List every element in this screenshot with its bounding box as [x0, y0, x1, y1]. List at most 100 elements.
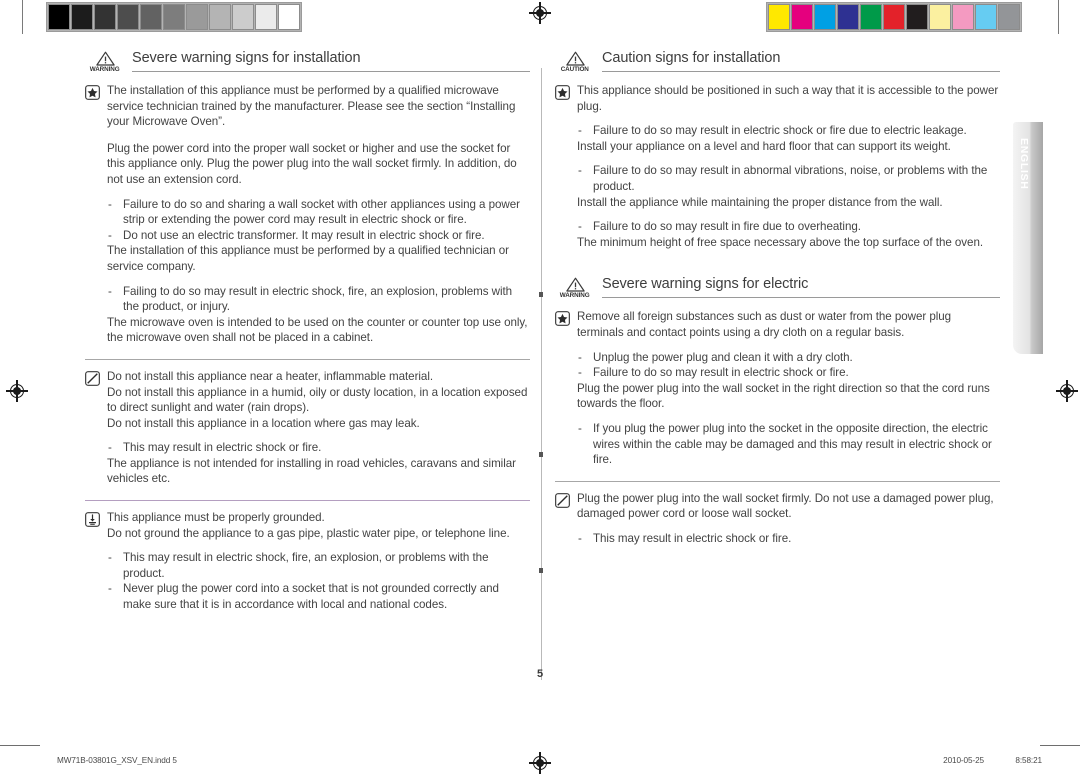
list-item: - Failure to do so may result in fire due…	[577, 219, 1000, 235]
left-column: WARNING Severe warning signs for install…	[85, 50, 530, 613]
paragraph: Remove all foreign substances such as du…	[577, 310, 952, 339]
section-rule	[85, 358, 530, 360]
dash-marker: -	[108, 228, 112, 242]
list-item-text: Do not use an electric transformer. It m…	[123, 228, 485, 242]
block-icon-wrap	[85, 510, 107, 527]
section-heading-caution-installation: CAUTION Caution signs for installation	[555, 50, 1000, 74]
prohibition-slash-icon	[555, 492, 570, 508]
paragraph: Install the appliance while maintaining …	[577, 195, 943, 209]
dash-bullet-list: - Failure to do so may result in abnormal…	[577, 163, 1000, 194]
dash-bullet-list: - This may result in electric shock or fi…	[107, 440, 530, 456]
list-item: - Failure to do so may result in electric…	[577, 123, 1000, 139]
paragraph: Plug the power plug into the wall socket…	[577, 381, 990, 411]
gray-swatch	[163, 4, 185, 30]
content-block-caution: This appliance should be positioned in s…	[555, 83, 1000, 250]
paragraph: The installation of this appliance must …	[107, 84, 516, 129]
dash-marker: -	[108, 441, 112, 455]
list-item: - Failure to do so and sharing a wall soc…	[107, 197, 530, 228]
gray-swatch	[94, 4, 116, 30]
list-item-text: This may result in electric shock, fire,…	[123, 551, 489, 580]
registration-target-icon	[529, 2, 551, 24]
section-rule	[85, 500, 530, 502]
list-item-text: This may result in electric shock or fir…	[593, 531, 792, 545]
caution-mark: CAUTION	[555, 51, 595, 74]
list-item-text: If you plug the power plug into the sock…	[593, 421, 992, 467]
star-badge-icon	[555, 311, 570, 327]
paragraph: Do not install this appliance in a locat…	[107, 416, 420, 430]
ground-earth-icon	[85, 512, 100, 527]
warning-mark: WARNING	[555, 277, 595, 300]
dash-marker: -	[578, 366, 582, 380]
section-rule	[555, 480, 1000, 482]
block-icon-wrap	[85, 83, 107, 100]
caution-mark-label: CAUTION	[560, 66, 590, 73]
list-item-text: Never plug the power cord into a socket …	[123, 582, 499, 612]
dash-bullet-list: - Failing to do so may result in electric…	[107, 284, 530, 315]
gray-swatch	[255, 4, 277, 30]
dash-bullet-list: - Failure to do so may result in electric…	[577, 123, 1000, 139]
list-item-text: Unplug the power plug and clean it with …	[593, 350, 853, 364]
paragraph: Plug the power plug into the wall socket…	[577, 491, 994, 521]
dash-marker: -	[108, 551, 112, 565]
color-swatch	[860, 4, 882, 30]
column-divider-tick	[539, 568, 543, 573]
dash-marker: -	[578, 350, 582, 364]
star-badge-icon	[85, 85, 100, 100]
grayscale-swatch-bar	[46, 2, 302, 32]
gray-swatch	[71, 4, 93, 30]
paragraph: The microwave oven is intended to be use…	[107, 315, 528, 345]
list-item: - Failure to do so may result in abnormal…	[577, 163, 1000, 194]
footer-time: 8:58:21	[1015, 756, 1042, 765]
column-divider-tick	[539, 452, 543, 457]
trim-mark	[1058, 0, 1059, 34]
gray-swatch	[140, 4, 162, 30]
language-side-tab: ENGLISH	[1013, 122, 1043, 354]
block-body: Do not install this appliance near a hea…	[107, 369, 530, 487]
column-divider	[541, 68, 542, 680]
color-swatch	[883, 4, 905, 30]
block-body: This appliance must be properly grounded…	[107, 510, 530, 613]
list-item-text: This may result in electric shock or fir…	[123, 441, 322, 455]
paragraph: The appliance is not intended for instal…	[107, 456, 516, 486]
gray-swatch	[186, 4, 208, 30]
warning-mark-label: WARNING	[90, 66, 120, 73]
color-swatch	[929, 4, 951, 30]
list-item-text: Failure to do so may result in electric …	[593, 366, 849, 380]
trim-mark	[22, 0, 23, 34]
language-tab-label: ENGLISH	[1018, 138, 1030, 190]
gray-swatch	[232, 4, 254, 30]
dash-bullet-list: - This may result in electric shock or fi…	[577, 531, 1000, 547]
list-item: - This may result in electric shock or fi…	[577, 531, 1000, 547]
paragraph: Do not install this appliance near a hea…	[107, 369, 434, 383]
dash-marker: -	[108, 284, 112, 298]
dash-bullet-list: - Failure to do so and sharing a wall soc…	[107, 197, 530, 244]
star-badge-icon	[555, 85, 570, 100]
list-item: - Never plug the power cord into a socket…	[107, 581, 530, 612]
block-icon-wrap	[555, 491, 577, 508]
footer-file-name: MW71B-03801G_XSV_EN.indd 5	[57, 756, 177, 765]
list-item: - This may result in electric shock or fi…	[107, 440, 530, 456]
color-swatch	[952, 4, 974, 30]
color-swatch	[791, 4, 813, 30]
list-item-text: Failing to do so may result in electric …	[123, 284, 513, 314]
color-swatch-bar	[766, 2, 1022, 32]
gray-swatch	[209, 4, 231, 30]
block-icon-wrap	[85, 369, 107, 386]
section-heading-severe-warning-installation: WARNING Severe warning signs for install…	[85, 50, 530, 74]
gray-swatch	[117, 4, 139, 30]
warning-mark: WARNING	[85, 51, 125, 74]
list-item-text: Failure to do so may result in abnormal …	[593, 164, 988, 193]
dash-marker: -	[578, 220, 582, 234]
page-number: 5	[536, 668, 544, 680]
content-block-ground: This appliance must be properly grounded…	[85, 510, 530, 613]
paragraph: The minimum height of free space necessa…	[577, 235, 984, 249]
list-item: - Unplug the power plug and clean it with…	[577, 350, 1000, 366]
paragraph: Install your appliance on a level and ha…	[577, 139, 951, 153]
content-block-prohibition: Plug the power plug into the wall socket…	[555, 491, 1000, 547]
dash-marker: -	[578, 531, 582, 545]
dash-bullet-list: - Unplug the power plug and clean it with…	[577, 350, 1000, 381]
warning-mark-label: WARNING	[560, 292, 590, 300]
gray-swatch	[278, 4, 300, 30]
trim-mark	[0, 745, 40, 746]
paragraph: Do not ground the appliance to a gas pip…	[107, 526, 510, 540]
